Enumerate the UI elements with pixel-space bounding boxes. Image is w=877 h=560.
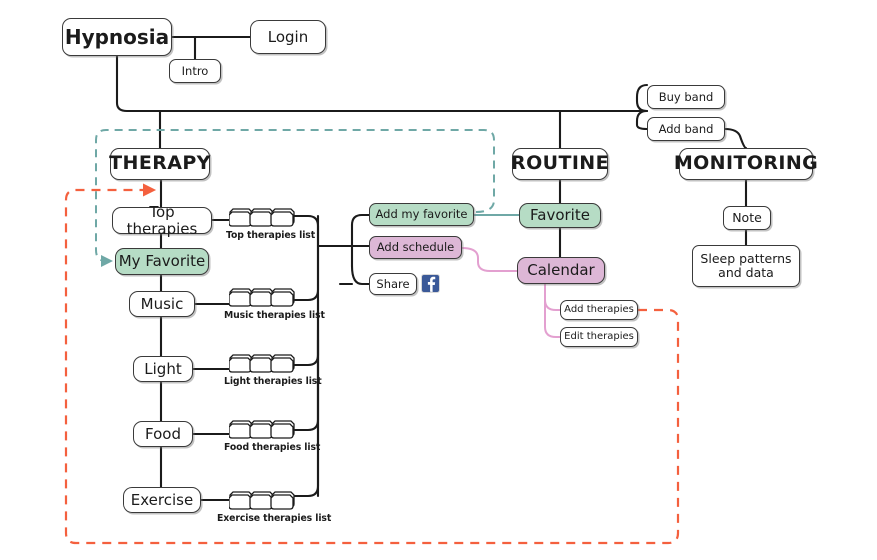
node-intro[interactable]: Intro: [169, 59, 221, 83]
node-monitoring[interactable]: MONITORING: [674, 148, 818, 180]
node-add-therapies[interactable]: Add therapies: [560, 300, 638, 320]
node-add-schedule[interactable]: Add schedule: [369, 236, 462, 259]
node-add-band[interactable]: Add band: [647, 117, 725, 141]
node-favorite-label: Favorite: [530, 206, 590, 225]
node-light[interactable]: Light: [133, 356, 193, 382]
node-buy-band[interactable]: Buy band: [647, 85, 725, 109]
node-therapy-label: THERAPY: [109, 152, 211, 175]
node-buy-band-label: Buy band: [658, 89, 714, 104]
top-therapies-list-icon: [228, 205, 295, 233]
edge-addschedule-calendar: [461, 247, 517, 272]
node-therapy[interactable]: THERAPY: [109, 148, 211, 180]
caption-top-therapies-list: Top therapies list: [226, 230, 315, 241]
node-my-favorite[interactable]: My Favorite: [115, 248, 209, 275]
sitemap-diagram: Hypnosia Login Intro Buy band Add band T…: [0, 0, 877, 560]
caption-light-therapies-list: Light therapies list: [224, 376, 322, 387]
node-sleep-patterns-label: Sleep patterns and data: [700, 251, 792, 280]
light-therapies-list-icon: [228, 351, 295, 379]
caption-text: Top therapies list: [226, 230, 316, 241]
node-music[interactable]: Music: [129, 291, 195, 317]
node-note[interactable]: Note: [723, 206, 771, 230]
node-exercise[interactable]: Exercise: [123, 487, 201, 513]
node-share-label: Share: [376, 276, 410, 291]
node-intro-label: Intro: [181, 63, 209, 78]
node-routine-label: ROUTINE: [511, 152, 609, 175]
caption-music-therapies-list: Music therapies list: [224, 310, 325, 321]
food-therapies-list-icon: [228, 417, 295, 445]
caption-exercise-therapies-list: Exercise therapies list: [217, 513, 331, 524]
caption-text: Light therapies list: [224, 376, 322, 387]
node-login-label: Login: [267, 27, 309, 46]
node-add-schedule-label: Add schedule: [376, 240, 455, 255]
node-add-therapies-label: Add therapies: [564, 304, 634, 316]
node-top-therapies-label: Top therapies: [126, 202, 198, 238]
node-calendar-label: Calendar: [527, 261, 595, 280]
node-food-label: Food: [145, 424, 181, 443]
caption-text: Music therapies list: [224, 310, 325, 321]
node-hypnosia[interactable]: Hypnosia: [62, 18, 172, 56]
exercise-therapies-list-icon: [228, 488, 295, 516]
node-music-label: Music: [140, 294, 184, 313]
node-note-label: Note: [732, 210, 762, 225]
node-login[interactable]: Login: [250, 20, 326, 54]
edge-calendar-therapies: [544, 284, 560, 338]
caption-text: Food therapies list: [224, 442, 321, 453]
node-my-favorite-label: My Favorite: [118, 252, 206, 271]
node-food[interactable]: Food: [133, 421, 193, 447]
node-calendar[interactable]: Calendar: [517, 257, 605, 284]
node-favorite[interactable]: Favorite: [519, 203, 601, 228]
caption-food-therapies-list: Food therapies list: [224, 442, 320, 453]
music-therapies-list-icon: [228, 285, 295, 313]
node-sleep-patterns[interactable]: Sleep patterns and data: [692, 245, 800, 287]
node-monitoring-label: MONITORING: [673, 152, 819, 175]
node-light-label: Light: [144, 359, 182, 378]
node-edit-therapies[interactable]: Edit therapies: [560, 327, 638, 347]
node-share[interactable]: Share: [369, 273, 417, 295]
node-add-my-favorite-label: Add my favorite: [375, 207, 468, 222]
node-add-band-label: Add band: [658, 121, 714, 136]
node-hypnosia-label: Hypnosia: [64, 24, 170, 49]
node-add-my-favorite[interactable]: Add my favorite: [369, 203, 474, 226]
node-routine[interactable]: ROUTINE: [511, 148, 609, 180]
caption-text: Exercise therapies list: [217, 513, 332, 524]
node-edit-therapies-label: Edit therapies: [564, 331, 634, 343]
facebook-icon[interactable]: [421, 274, 440, 297]
node-top-therapies[interactable]: Top therapies: [112, 203, 212, 237]
node-exercise-label: Exercise: [130, 490, 194, 509]
